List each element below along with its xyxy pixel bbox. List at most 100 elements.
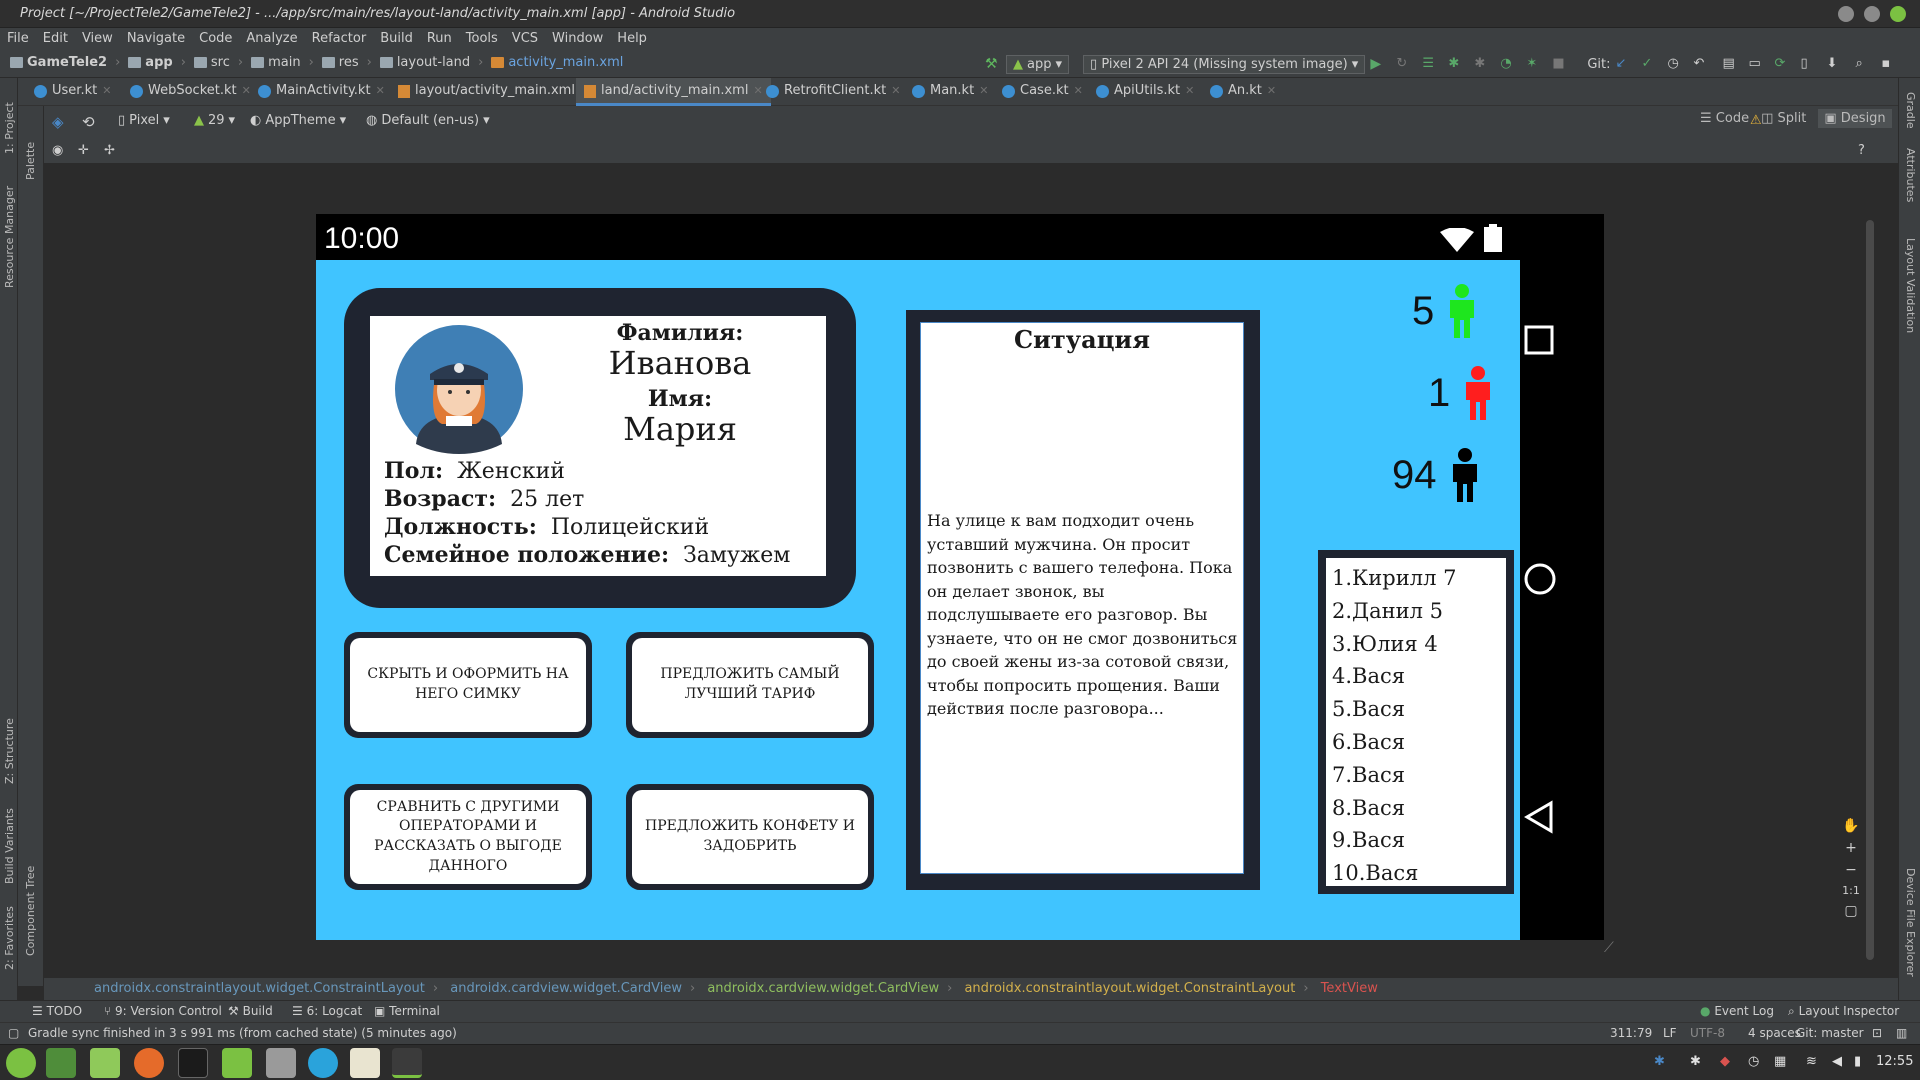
- project-tool-button[interactable]: 1: Project: [3, 102, 16, 154]
- menu-view[interactable]: View: [75, 28, 120, 46]
- menu-code[interactable]: Code: [192, 28, 239, 46]
- line-separator[interactable]: LF: [1663, 1026, 1677, 1040]
- tab-websocket-kt[interactable]: WebSocket.kt ✕: [122, 78, 259, 106]
- tab-user-kt[interactable]: User.kt ✕: [26, 78, 119, 106]
- zoom-out-button[interactable]: −: [1845, 862, 1857, 878]
- menu-window[interactable]: Window: [545, 28, 610, 46]
- build-variants-tool-button[interactable]: Build Variants: [3, 808, 16, 884]
- lock-icon[interactable]: ⊡: [1872, 1026, 1882, 1040]
- tab-mainactivity-kt[interactable]: MainActivity.kt ✕: [250, 78, 393, 106]
- coverage-icon[interactable]: ☰: [1422, 56, 1438, 72]
- close-tab-icon[interactable]: ✕: [102, 84, 111, 106]
- breadcrumb-app[interactable]: app: [145, 55, 172, 70]
- version-control-tool-button[interactable]: ⑂ 9: Version Control: [104, 1004, 222, 1018]
- git-commit-icon[interactable]: ✓: [1642, 56, 1658, 72]
- component-crumb[interactable]: androidx.cardview.widget.CardView: [707, 981, 939, 996]
- bluetooth-status-icon[interactable]: ✱: [1690, 1054, 1701, 1069]
- battery-tray-icon[interactable]: ▮: [1854, 1054, 1861, 1069]
- breadcrumb-src[interactable]: src: [211, 55, 230, 70]
- situation-panel[interactable]: Ситуация На улице к вам подходит очень у…: [920, 322, 1244, 874]
- app-icon[interactable]: [266, 1048, 296, 1078]
- layout-validation-tool-button[interactable]: Layout Validation: [1904, 238, 1917, 333]
- taskbar-clock[interactable]: 12:55: [1876, 1054, 1913, 1069]
- close-tab-icon[interactable]: ✕: [1267, 84, 1276, 106]
- structure-tool-button[interactable]: Z: Structure: [3, 718, 16, 784]
- component-crumb[interactable]: androidx.constraintlayout.widget.Constra…: [94, 981, 425, 996]
- profile-icon[interactable]: ◔: [1500, 56, 1516, 72]
- event-log-tool-button[interactable]: ● Event Log: [1700, 1004, 1774, 1018]
- build-tool-button[interactable]: ⚒ Build: [228, 1004, 273, 1018]
- close-tab-icon[interactable]: ✕: [1185, 84, 1194, 106]
- action-button-compare[interactable]: СРАВНИТЬ С ДРУГИМИ ОПЕРАТОРАМИ И РАССКАЗ…: [344, 784, 592, 890]
- close-tab-icon[interactable]: ✕: [979, 84, 988, 106]
- api-dropdown[interactable]: ▲ 29 ▾: [194, 113, 235, 128]
- close-tab-icon[interactable]: ✕: [891, 84, 900, 106]
- zoom-fit-icon[interactable]: ▢: [1844, 903, 1857, 919]
- zoom-in-button[interactable]: +: [1845, 840, 1857, 856]
- file-manager-icon[interactable]: [90, 1048, 120, 1078]
- tab-retrofitclient-kt[interactable]: RetrofitClient.kt ✕: [758, 78, 908, 106]
- hammer-icon[interactable]: ⚒: [985, 56, 1001, 72]
- menu-refactor[interactable]: Refactor: [305, 28, 374, 46]
- device-select[interactable]: ▯ Pixel 2 API 24 (Missing system image) …: [1083, 54, 1366, 74]
- gradle-tool-button[interactable]: Gradle: [1904, 92, 1917, 129]
- caret-position[interactable]: 311:79: [1610, 1026, 1652, 1040]
- attach-debugger-icon[interactable]: ✱: [1474, 56, 1490, 72]
- indent-setting[interactable]: 4 spaces: [1748, 1026, 1801, 1040]
- close-tab-icon[interactable]: ✕: [1074, 84, 1083, 106]
- eye-icon[interactable]: ◉: [52, 143, 63, 158]
- mintinstall-icon[interactable]: [222, 1048, 252, 1078]
- close-tab-icon[interactable]: ✕: [376, 84, 385, 106]
- tab-land-activity-main[interactable]: land/activity_main.xml ✕: [576, 78, 771, 106]
- user-icon[interactable]: ▪: [1882, 56, 1898, 72]
- device-dropdown[interactable]: ▯ Pixel ▾: [118, 113, 170, 128]
- breadcrumb-file[interactable]: activity_main.xml: [508, 55, 623, 70]
- show-desktop-icon[interactable]: [46, 1048, 76, 1078]
- rerun-icon[interactable]: ↻: [1396, 56, 1412, 72]
- rollback-icon[interactable]: ↶: [1694, 56, 1710, 72]
- tab-case-kt[interactable]: Case.kt ✕: [994, 78, 1091, 106]
- telegram-icon[interactable]: [308, 1048, 338, 1078]
- design-mode-button[interactable]: ▣ Design: [1818, 108, 1892, 128]
- menu-navigate[interactable]: Navigate: [120, 28, 192, 46]
- pan-icon[interactable]: ✋: [1842, 818, 1859, 834]
- keyboard-layout-icon[interactable]: ▦: [1774, 1054, 1786, 1069]
- locale-dropdown[interactable]: ◍ Default (en-us) ▾: [366, 113, 490, 128]
- todo-tool-button[interactable]: ☰ TODO: [32, 1004, 82, 1018]
- project-structure-icon[interactable]: ▤: [1723, 56, 1739, 72]
- menu-analyze[interactable]: Analyze: [239, 28, 304, 46]
- component-tree-tool-button[interactable]: Component Tree: [24, 866, 37, 956]
- orientation-icon[interactable]: ⟲: [82, 113, 95, 131]
- apply-changes-icon[interactable]: ✶: [1526, 56, 1542, 72]
- terminal-tool-button[interactable]: ▣ Terminal: [374, 1004, 440, 1018]
- menu-tools[interactable]: Tools: [459, 28, 505, 46]
- menu-file[interactable]: File: [0, 28, 36, 46]
- resource-manager-tool-button[interactable]: Resource Manager: [3, 186, 16, 288]
- component-crumb[interactable]: androidx.constraintlayout.widget.Constra…: [964, 981, 1295, 996]
- guideline-icon[interactable]: ✢: [104, 143, 115, 158]
- network-icon[interactable]: ≋: [1806, 1054, 1817, 1069]
- sdk-manager-icon[interactable]: ⬇: [1827, 56, 1843, 72]
- terminal-app-icon[interactable]: [178, 1048, 208, 1078]
- code-mode-button[interactable]: ☰ Code: [1700, 111, 1749, 126]
- palette-tool-button[interactable]: Palette: [24, 142, 37, 180]
- memory-indicator-icon[interactable]: ▥: [1896, 1026, 1907, 1040]
- maximize-button[interactable]: [1864, 6, 1880, 22]
- tab-man-kt[interactable]: Man.kt ✕: [904, 78, 996, 106]
- stop-icon[interactable]: ■: [1552, 56, 1568, 72]
- theme-dropdown[interactable]: ◐ AppTheme ▾: [250, 113, 346, 128]
- shield-icon[interactable]: ◆: [1720, 1054, 1730, 1069]
- resize-handle-icon[interactable]: ⟋: [1604, 940, 1614, 956]
- tab-apiutils-kt[interactable]: ApiUtils.kt ✕: [1088, 78, 1202, 106]
- volume-icon[interactable]: ◀: [1832, 1054, 1842, 1069]
- firefox-icon[interactable]: [134, 1048, 164, 1078]
- action-button-best-tariff[interactable]: ПРЕДЛОЖИТЬ САМЫЙ ЛУЧШИЙ ТАРИФ: [626, 632, 874, 738]
- text-editor-icon[interactable]: [350, 1048, 380, 1078]
- status-toggle-icon[interactable]: ▢: [8, 1026, 19, 1040]
- git-update-icon[interactable]: ↙: [1616, 56, 1632, 72]
- action-button-hide-sim[interactable]: СКРЫТЬ И ОФОРМИТЬ НА НЕГО СИМКУ: [344, 632, 592, 738]
- leaderboard-list[interactable]: 1.Кирилл 7 2.Данил 5 3.Юлия 4 4.Вася 5.В…: [1326, 558, 1506, 886]
- file-encoding[interactable]: UTF-8: [1690, 1026, 1725, 1040]
- breadcrumb-main[interactable]: main: [268, 55, 300, 70]
- design-surface-icon[interactable]: ◈: [52, 113, 64, 131]
